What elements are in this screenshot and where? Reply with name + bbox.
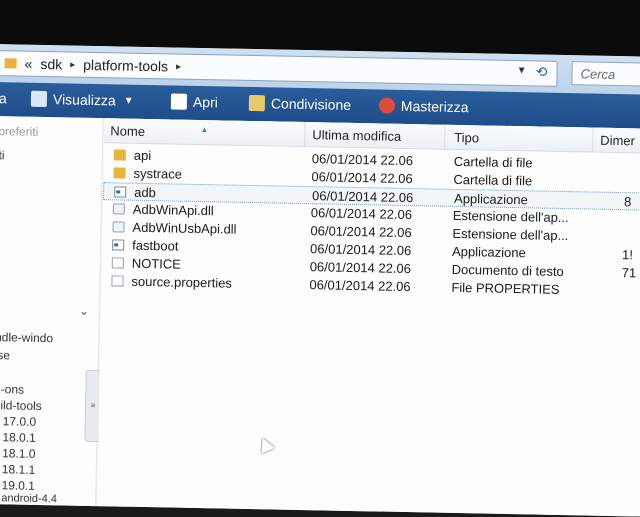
chevron-down-icon[interactable]: ⌄ — [79, 304, 89, 318]
breadcrumb-overflow[interactable]: « — [24, 56, 32, 72]
organize-label: a — [0, 90, 7, 107]
organize-button[interactable]: a — [0, 90, 7, 106]
file-list: ▲ Nome Ultima modifica Tipo Dimer api 06… — [97, 118, 640, 517]
chevron-down-icon: ▼ — [123, 95, 134, 107]
share-button[interactable]: Condivisione — [248, 94, 352, 113]
nav-label: 18.1.0 — [2, 446, 36, 461]
column-header-modified[interactable]: Ultima modifica — [312, 127, 401, 144]
burn-disc-icon — [378, 97, 396, 114]
file-type: Estensione dell'ap... — [452, 207, 569, 226]
file-type: Estensione dell'ap... — [452, 225, 569, 244]
folder-path-icon — [4, 58, 17, 69]
nav-item-folder[interactable]: 18.1.1 — [0, 462, 36, 477]
nav-item-folder[interactable]: android-4.4 — [0, 492, 57, 505]
refresh-icon[interactable]: ⟲ — [530, 63, 552, 81]
document-icon — [111, 275, 124, 287]
breadcrumb-platform-tools[interactable]: platform-tools — [83, 57, 168, 75]
file-name: systrace — [133, 165, 183, 182]
column-header-type[interactable]: Tipo — [454, 130, 479, 145]
folder-icon — [113, 149, 126, 161]
file-modified: 06/01/2014 22.06 — [309, 241, 412, 259]
view-icon — [30, 90, 48, 108]
application-icon — [112, 239, 125, 251]
file-modified: 06/01/2014 22.06 — [309, 259, 412, 277]
nav-item[interactable]: build-tools — [0, 398, 42, 413]
file-name: source.properties — [131, 273, 233, 291]
open-label: Apri — [192, 93, 218, 111]
file-modified: 06/01/2014 22.06 — [310, 223, 412, 241]
open-button[interactable]: Apri — [170, 93, 218, 111]
share-label: Condivisione — [270, 95, 352, 113]
file-size: 8 — [623, 194, 632, 210]
nav-item-folder[interactable]: 18.1.0 — [0, 446, 36, 461]
file-type: File PROPERTIES — [451, 279, 560, 297]
view-button[interactable]: Visualizza ▼ — [30, 90, 134, 109]
file-modified: 06/01/2014 22.06 — [309, 277, 411, 295]
column-divider[interactable] — [592, 127, 594, 152]
mouse-cursor-icon — [256, 435, 275, 454]
nav-item[interactable]: ni — [0, 170, 1, 184]
file-name: fastboot — [132, 237, 179, 254]
navigation-pane: i preferiti nti ni ⌄ undle-windo ipse k … — [0, 115, 104, 509]
address-dropdown-icon[interactable]: ▼ — [517, 65, 527, 76]
file-modified: 06/01/2014 22.06 — [311, 151, 414, 169]
file-type: Cartella di file — [453, 153, 533, 171]
file-modified: 06/01/2014 22.06 — [311, 169, 413, 187]
explorer-window: « sdk ▸ platform-tools ▸ ▼ ⟲ Cerca a Vis… — [0, 44, 640, 517]
dll-icon — [112, 221, 125, 233]
file-name: adb — [134, 184, 157, 201]
nav-item-folder[interactable]: 19.0.1 — [0, 478, 35, 493]
file-type: Documento di testo — [451, 261, 564, 280]
file-modified: 06/01/2014 22.06 — [310, 205, 413, 223]
file-type: Cartella di file — [453, 171, 533, 189]
open-icon — [170, 93, 188, 110]
dll-icon — [112, 203, 125, 215]
file-modified: 06/01/2014 22.06 — [312, 188, 414, 206]
breadcrumb-chevron-icon[interactable]: ▸ — [70, 59, 75, 70]
file-type: Applicazione — [453, 190, 528, 208]
breadcrumb-chevron-icon[interactable]: ▸ — [176, 61, 181, 72]
file-size: 71 — [621, 265, 637, 281]
nav-label: 19.0.1 — [1, 478, 36, 493]
search-input[interactable]: Cerca — [571, 61, 640, 87]
file-name: NOTICE — [131, 255, 182, 272]
nav-favorites[interactable]: i preferiti — [0, 124, 38, 139]
column-header-size[interactable]: Dimer — [600, 133, 635, 149]
column-header-name[interactable]: Nome — [110, 123, 145, 139]
file-name: api — [133, 147, 152, 164]
nav-item-folder[interactable]: 17.0.0 — [0, 414, 37, 429]
column-divider[interactable] — [444, 124, 446, 149]
share-icon — [248, 94, 266, 112]
file-name: AdbWinApi.dll — [132, 201, 214, 219]
nav-label: 18.0.1 — [2, 430, 36, 445]
nav-item[interactable]: nti — [0, 148, 5, 162]
file-size: 1! — [621, 247, 634, 263]
nav-label: 17.0.0 — [2, 414, 37, 429]
file-name: AdbWinUsbApi.dll — [132, 219, 237, 237]
address-bar[interactable]: « sdk ▸ platform-tools ▸ ▼ ⟲ — [0, 50, 558, 87]
burn-button[interactable]: Masterizza — [378, 97, 469, 116]
text-document-icon — [111, 257, 124, 269]
nav-item[interactable]: dd-ons — [0, 382, 24, 397]
burn-label: Masterizza — [400, 97, 469, 116]
nav-label: 18.1.1 — [1, 462, 36, 477]
nav-item[interactable]: ipse — [0, 348, 10, 362]
view-label: Visualizza — [52, 91, 116, 109]
nav-item-folder[interactable]: 18.0.1 — [0, 430, 36, 445]
column-divider[interactable] — [304, 122, 306, 147]
nav-item[interactable]: undle-windo — [0, 330, 53, 345]
file-type: Applicazione — [451, 243, 526, 261]
nav-label: android-4.4 — [1, 492, 58, 506]
folder-icon — [113, 167, 126, 179]
breadcrumb-sdk[interactable]: sdk — [40, 56, 62, 72]
application-icon — [114, 186, 127, 198]
sort-arrow-icon: ▲ — [200, 125, 209, 135]
